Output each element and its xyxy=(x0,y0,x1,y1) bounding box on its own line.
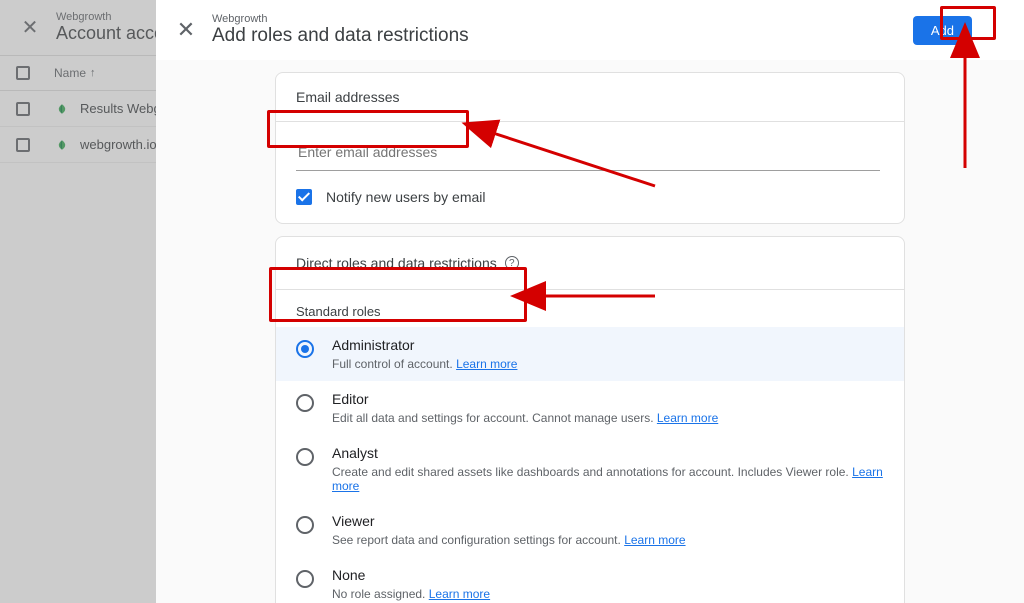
radio-off-icon[interactable] xyxy=(296,448,314,466)
close-icon[interactable]: ✕ xyxy=(172,17,200,43)
role-desc: No role assigned. Learn more xyxy=(332,587,490,601)
roles-section-title: Direct roles and data restrictions xyxy=(296,255,497,271)
role-desc: Edit all data and settings for account. … xyxy=(332,411,718,425)
role-editor[interactable]: Editor Edit all data and settings for ac… xyxy=(276,381,904,435)
modal-company: Webgrowth xyxy=(212,13,469,25)
role-desc: Full control of account. Learn more xyxy=(332,357,517,371)
role-name: Viewer xyxy=(332,513,686,529)
notify-checkbox[interactable] xyxy=(296,189,312,205)
roles-section-title-row: Direct roles and data restrictions ? xyxy=(276,237,904,290)
standard-roles-label: Standard roles xyxy=(276,290,904,327)
radio-off-icon[interactable] xyxy=(296,570,314,588)
help-icon[interactable]: ? xyxy=(505,256,519,270)
role-name: Analyst xyxy=(332,445,884,461)
email-card: Email addresses Notify new users by emai… xyxy=(275,72,905,224)
learn-more-link[interactable]: Learn more xyxy=(657,411,718,425)
more-menu-icon[interactable]: ⋮ xyxy=(982,16,1008,45)
modal-body: Email addresses Notify new users by emai… xyxy=(156,60,1024,603)
add-roles-modal: ✕ Webgrowth Add roles and data restricti… xyxy=(156,0,1024,603)
roles-card: Direct roles and data restrictions ? Sta… xyxy=(275,236,905,603)
role-viewer[interactable]: Viewer See report data and configuration… xyxy=(276,503,904,557)
role-name: None xyxy=(332,567,490,583)
role-none[interactable]: None No role assigned. Learn more xyxy=(276,557,904,603)
learn-more-link[interactable]: Learn more xyxy=(624,533,685,547)
role-name: Administrator xyxy=(332,337,517,353)
role-administrator[interactable]: Administrator Full control of account. L… xyxy=(276,327,904,381)
role-desc: Create and edit shared assets like dashb… xyxy=(332,465,884,493)
notify-label: Notify new users by email xyxy=(326,189,486,205)
modal-header: ✕ Webgrowth Add roles and data restricti… xyxy=(156,0,1024,60)
radio-off-icon[interactable] xyxy=(296,516,314,534)
role-name: Editor xyxy=(332,391,718,407)
radio-off-icon[interactable] xyxy=(296,394,314,412)
modal-title: Add roles and data restrictions xyxy=(212,25,469,47)
add-button[interactable]: Add xyxy=(913,16,972,45)
email-input[interactable] xyxy=(296,134,880,171)
role-desc: See report data and configuration settin… xyxy=(332,533,686,547)
learn-more-link[interactable]: Learn more xyxy=(456,357,517,371)
role-analyst[interactable]: Analyst Create and edit shared assets li… xyxy=(276,435,904,503)
radio-on-icon[interactable] xyxy=(296,340,314,358)
learn-more-link[interactable]: Learn more xyxy=(429,587,490,601)
email-section-title: Email addresses xyxy=(276,73,904,122)
notify-row[interactable]: Notify new users by email xyxy=(276,177,904,223)
